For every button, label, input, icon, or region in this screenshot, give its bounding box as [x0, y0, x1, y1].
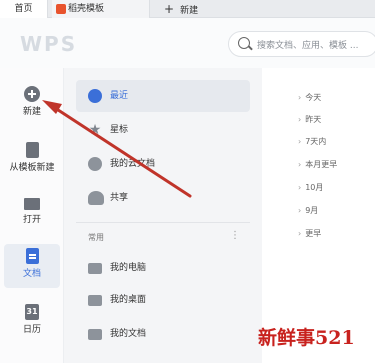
template-icon: [25, 142, 39, 158]
people-icon: [88, 191, 104, 205]
chevron-right-icon: ›: [298, 229, 302, 238]
rail-item-label: 日历: [22, 325, 41, 335]
timeline-group-september[interactable]: › 9月: [298, 205, 318, 217]
nav-item-cloud-docs[interactable]: 我的云文档: [76, 148, 250, 180]
timeline-group-label: 10月: [305, 183, 324, 192]
star-icon: ★: [88, 122, 102, 138]
new-tab-label: 新建: [180, 6, 199, 16]
rail-item-open[interactable]: 打开: [4, 192, 60, 236]
desktop-icon: [88, 295, 102, 306]
folder-open-icon: [24, 198, 40, 210]
calendar-icon: 31: [25, 304, 39, 320]
timeline-group-label: 今天: [305, 93, 322, 102]
nav-item-my-desktop[interactable]: 我的桌面: [76, 284, 250, 316]
timeline-group-label: 本月更早: [305, 160, 338, 169]
timeline-group-label: 7天内: [305, 137, 327, 146]
timeline-group-today[interactable]: › 今天: [298, 92, 321, 104]
timeline-group-label: 9月: [305, 206, 319, 215]
rail-item-label: 从模板新建: [9, 163, 55, 173]
nav-item-label: 共享: [110, 193, 129, 203]
tab-bar: 首页 稻壳模板 + 新建: [0, 0, 375, 18]
search-input[interactable]: 搜索文档、应用、模板 ...: [228, 31, 375, 57]
plus-icon: +: [164, 2, 175, 16]
nav-item-label: 我的电脑: [110, 263, 147, 273]
chevron-right-icon: ›: [298, 183, 302, 192]
cloud-icon: [88, 157, 102, 171]
document-icon: [25, 248, 39, 264]
more-options-icon[interactable]: ⋮: [230, 230, 240, 241]
search-placeholder: 搜索文档、应用、模板 ...: [257, 41, 359, 51]
nav-item-label: 星标: [110, 125, 129, 135]
timeline-group-october[interactable]: › 10月: [298, 182, 323, 194]
timeline-group-7days[interactable]: › 7天内: [298, 136, 326, 148]
chevron-right-icon: ›: [298, 206, 302, 215]
computer-icon: [88, 263, 102, 274]
wps-home-window: 首页 稻壳模板 + 新建 WPS 搜索文档、应用、模板 ... 新建 从模板新建 …: [0, 0, 375, 363]
watermark: 新鲜事521: [258, 327, 355, 349]
timeline-group-yesterday[interactable]: › 昨天: [298, 114, 321, 126]
nav-item-shared[interactable]: 共享: [76, 182, 250, 214]
nav-item-label: 我的云文档: [110, 159, 156, 169]
section-title-common: 常用: [88, 233, 104, 242]
wps-logo: WPS: [20, 32, 78, 56]
nav-item-my-documents[interactable]: 我的文档: [76, 318, 250, 350]
nav-item-my-computer[interactable]: 我的电脑: [76, 252, 250, 284]
tab-docer-templates[interactable]: 稻壳模板: [52, 0, 150, 18]
clock-icon: [88, 89, 102, 103]
nav-item-starred[interactable]: ★ 星标: [76, 114, 250, 146]
rail-item-documents[interactable]: 文档: [4, 244, 60, 288]
nav-item-label: 我的文档: [110, 329, 147, 339]
timeline-group-label: 昨天: [305, 115, 322, 124]
chevron-right-icon: ›: [298, 137, 302, 146]
nav-item-recent[interactable]: 最近: [76, 80, 250, 112]
docer-logo-icon: [56, 4, 66, 14]
timeline-group-earlier[interactable]: › 更早: [298, 228, 321, 240]
rail-item-new-from-template[interactable]: 从模板新建: [4, 138, 60, 182]
rail-item-label: 文档: [22, 269, 41, 279]
timeline-group-this-month[interactable]: › 本月更早: [298, 159, 337, 171]
new-icon: [24, 86, 40, 102]
left-rail: 新建 从模板新建 打开 文档 31 日历: [0, 68, 64, 363]
rail-item-label: 打开: [22, 215, 41, 225]
chevron-right-icon: ›: [298, 115, 302, 124]
tab-home[interactable]: 首页: [0, 0, 48, 18]
nav-item-label: 我的桌面: [110, 295, 147, 305]
rail-item-new[interactable]: 新建: [4, 82, 60, 126]
nav-panel: 最近 ★ 星标 我的云文档 共享 常用 ⋮ 我的电脑 我的桌面 我的文档: [64, 68, 262, 363]
timeline-panel: › 今天 › 昨天 › 7天内 › 本月更早 › 10月 › 9月 › 更早: [262, 68, 375, 363]
chevron-right-icon: ›: [298, 160, 302, 169]
new-tab-button[interactable]: + 新建: [160, 0, 240, 18]
search-icon: [238, 37, 250, 49]
folder-icon: [88, 329, 102, 340]
rail-item-calendar[interactable]: 31 日历: [4, 300, 60, 344]
rail-item-label: 新建: [22, 107, 41, 117]
timeline-group-label: 更早: [305, 229, 322, 238]
nav-separator: [76, 222, 250, 223]
tab-docer-label: 稻壳模板: [68, 4, 105, 14]
header: WPS 搜索文档、应用、模板 ...: [0, 18, 375, 68]
chevron-right-icon: ›: [298, 93, 302, 102]
nav-item-label: 最近: [110, 91, 129, 101]
